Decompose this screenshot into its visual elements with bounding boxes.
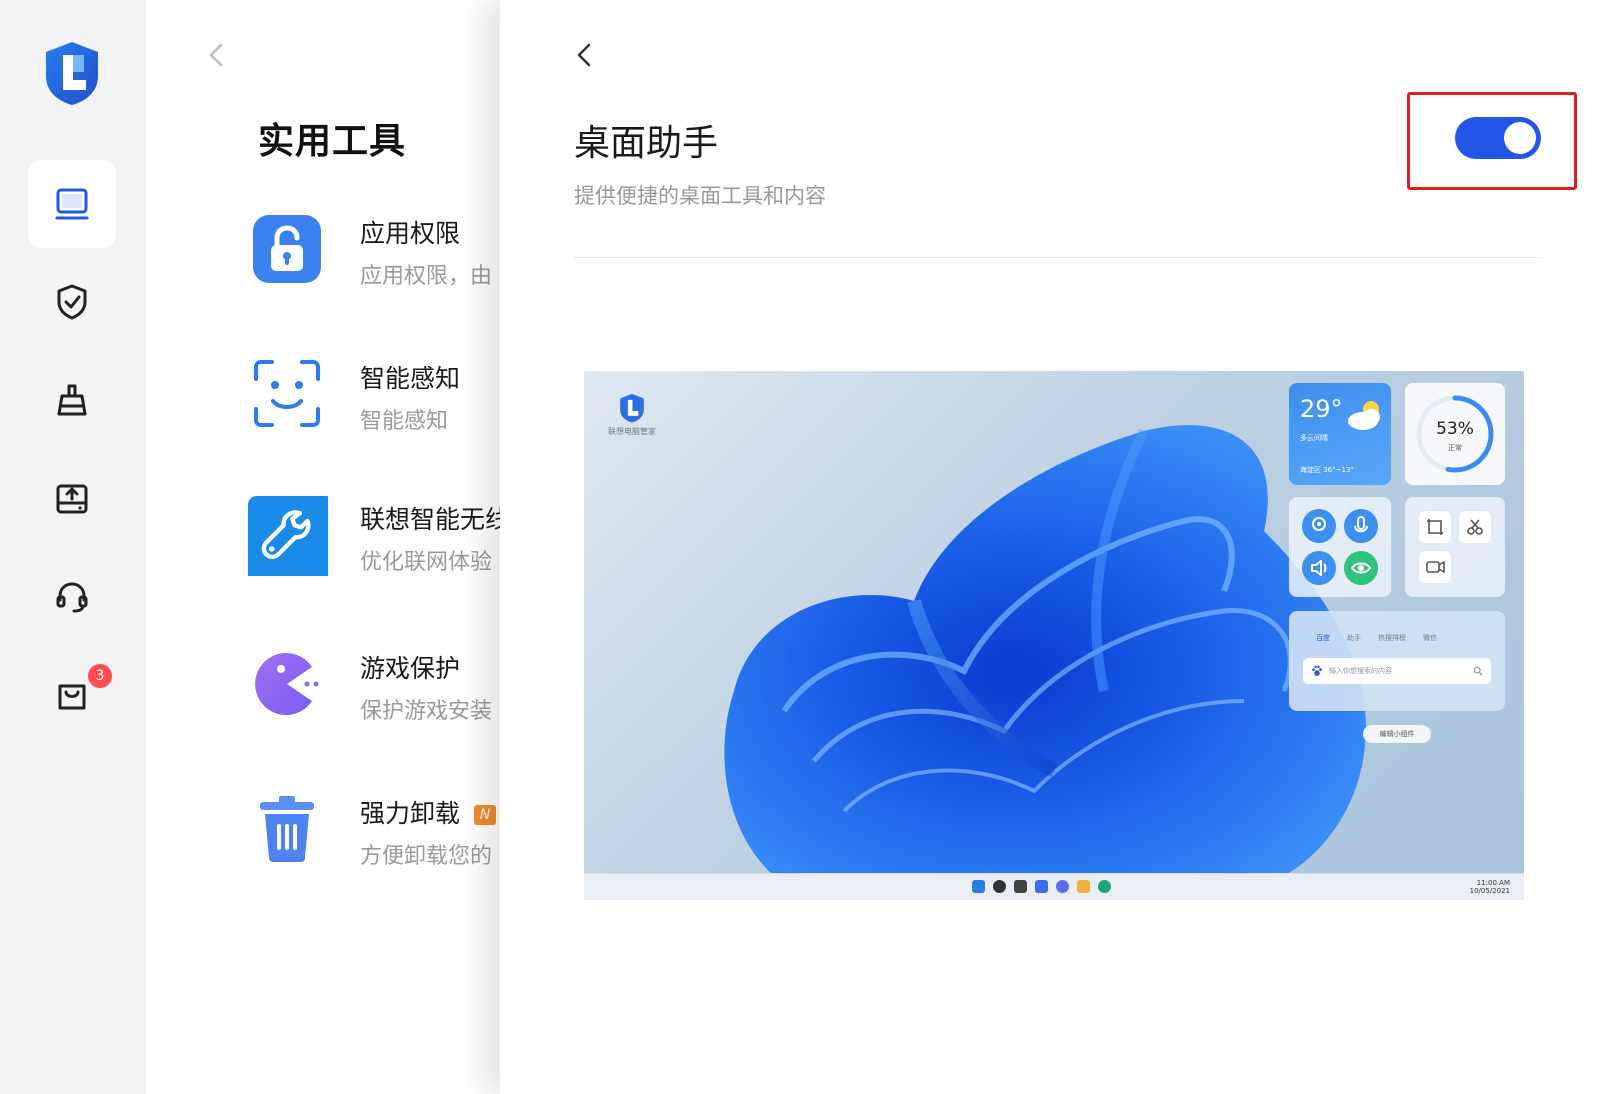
crop-icon xyxy=(1427,519,1443,535)
volume-button xyxy=(1302,551,1336,585)
clock-time: 11:00 AM xyxy=(1476,879,1510,887)
partly-cloudy-icon xyxy=(1348,401,1380,430)
chat-icon xyxy=(1056,880,1069,893)
nav-cleanup[interactable] xyxy=(28,356,116,444)
search-tab: 百度 xyxy=(1316,634,1330,642)
upload-drive-icon xyxy=(56,484,88,514)
mic-button xyxy=(1344,509,1378,543)
shield-check-icon xyxy=(57,284,87,320)
clock-date: 10/05/2021 xyxy=(1469,887,1510,895)
search-icon xyxy=(1473,666,1483,676)
weather-condition: 多云间晴 xyxy=(1300,434,1328,442)
speaker-icon xyxy=(1311,560,1327,576)
taskbar: 11:00 AM 10/05/2021 xyxy=(584,873,1524,900)
tool-name: 强力卸载 N xyxy=(360,794,497,830)
back-arrow-icon[interactable] xyxy=(202,40,232,70)
tool-desc: 优化联网体验 xyxy=(360,550,493,575)
tool-name: 应用权限 xyxy=(360,219,461,248)
page-title: 实用工具 xyxy=(258,121,407,162)
left-sidebar: 3 xyxy=(0,0,146,1094)
video-record-icon xyxy=(1426,560,1445,574)
tool-smart-wireless[interactable]: 联想智能无线 优化联网体验 xyxy=(248,496,500,578)
trash-can-icon xyxy=(260,796,314,862)
new-tag: N xyxy=(474,805,497,825)
logo-caption: 联想电脑管家 xyxy=(608,427,656,436)
tool-name: 智能感知 xyxy=(360,364,461,393)
tool-force-uninstall[interactable]: 强力卸载 N 方便卸载您的 xyxy=(250,792,500,872)
gauge-value: 53% xyxy=(1436,419,1474,439)
system-tray: 11:00 AM 10/05/2021 xyxy=(1470,879,1510,895)
desktop-assistant-panel: 桌面助手 提供便捷的桌面工具和内容 联想电脑管家 29° 多云间晴 海淀区 36… xyxy=(500,0,1600,1094)
wrench-icon xyxy=(248,496,328,576)
crop-tool xyxy=(1419,511,1451,543)
task-view-icon xyxy=(1014,880,1027,893)
tools-panel: 实用工具 应用权限 应用权限，由 智能感知 智能感知 联想智能无线 优化联网体验… xyxy=(146,0,500,1094)
tool-desc: 方便卸载您的 xyxy=(360,844,493,869)
eye-icon xyxy=(1350,562,1372,574)
paw-icon xyxy=(1312,665,1322,676)
tools-widget xyxy=(1405,497,1505,597)
face-scan-icon xyxy=(254,360,320,427)
windows-start-icon xyxy=(972,880,985,893)
tool-desc: 智能感知 xyxy=(360,409,449,434)
tool-desc: 保护游戏安装 xyxy=(360,699,493,724)
tool-name: 联想智能无线 xyxy=(360,505,500,534)
game-pacman-icon xyxy=(255,653,319,715)
search-placeholder: 输入你想搜索的内容 xyxy=(1329,667,1392,675)
search-tab: 热搜排榜 xyxy=(1378,634,1406,642)
nav-support[interactable] xyxy=(28,552,116,640)
feature-subtitle: 提供便捷的桌面工具和内容 xyxy=(574,184,826,208)
screenshot-tool xyxy=(1459,511,1491,543)
shopping-bag-icon xyxy=(58,684,86,710)
location-button xyxy=(1302,509,1336,543)
edge-browser-icon xyxy=(1098,880,1111,893)
record-tool xyxy=(1419,551,1451,583)
monitor-icon xyxy=(55,188,89,220)
eye-care-button xyxy=(1344,551,1378,585)
temperature: 29° xyxy=(1300,395,1343,423)
search-tabs: 百度 助手 热搜排榜 微信 xyxy=(1316,633,1437,643)
headset-icon xyxy=(56,582,88,613)
search-box: 输入你想搜索的内容 xyxy=(1303,658,1491,684)
divider xyxy=(574,257,1540,258)
nav-store[interactable]: 3 xyxy=(28,650,116,738)
broom-icon xyxy=(57,384,87,416)
scissors-icon xyxy=(1467,519,1483,535)
search-tab: 助手 xyxy=(1347,634,1361,642)
gauge-label: 正常 xyxy=(1448,444,1462,452)
nav-security[interactable] xyxy=(28,258,116,346)
search-tab: 微信 xyxy=(1423,634,1437,642)
tool-smart-sensing[interactable]: 智能感知 智能感知 xyxy=(250,357,500,437)
taskbar-icons xyxy=(972,880,1111,893)
app-logo-icon xyxy=(46,42,98,105)
tool-game-protection[interactable]: 游戏保护 保护游戏安装 xyxy=(250,647,500,727)
feature-title: 桌面助手 xyxy=(574,123,719,164)
nav-computer[interactable] xyxy=(28,160,116,248)
tool-name-text: 强力卸载 xyxy=(360,799,461,828)
lock-icon xyxy=(253,215,321,283)
tool-app-permission[interactable]: 应用权限 应用权限，由 xyxy=(250,212,500,292)
microphone-icon xyxy=(1354,516,1368,533)
app-logo-small-icon xyxy=(620,393,644,423)
highlight-box xyxy=(1407,92,1577,190)
edit-widgets-button: 编辑小组件 xyxy=(1363,725,1431,743)
quick-actions-widget xyxy=(1289,497,1391,597)
back-arrow-icon[interactable] xyxy=(570,40,600,70)
performance-gauge-widget: 53% 正常 xyxy=(1405,383,1505,485)
location-icon xyxy=(1312,517,1326,531)
nav-drivers[interactable] xyxy=(28,454,116,542)
weather-widget: 29° 多云间晴 海淀区 36°~13° xyxy=(1289,383,1391,485)
notification-badge: 3 xyxy=(88,664,112,688)
tool-name: 游戏保护 xyxy=(360,654,461,683)
desktop-preview-image: 联想电脑管家 29° 多云间晴 海淀区 36°~13° 53% 正常 百度 助手… xyxy=(584,371,1524,900)
search-icon xyxy=(993,880,1006,893)
search-widget: 百度 助手 热搜排榜 微信 输入你想搜索的内容 xyxy=(1289,611,1505,711)
widgets-icon xyxy=(1035,880,1048,893)
weather-range: 海淀区 36°~13° xyxy=(1300,466,1354,474)
folder-icon xyxy=(1077,880,1090,893)
tool-desc: 应用权限，由 xyxy=(360,264,493,289)
